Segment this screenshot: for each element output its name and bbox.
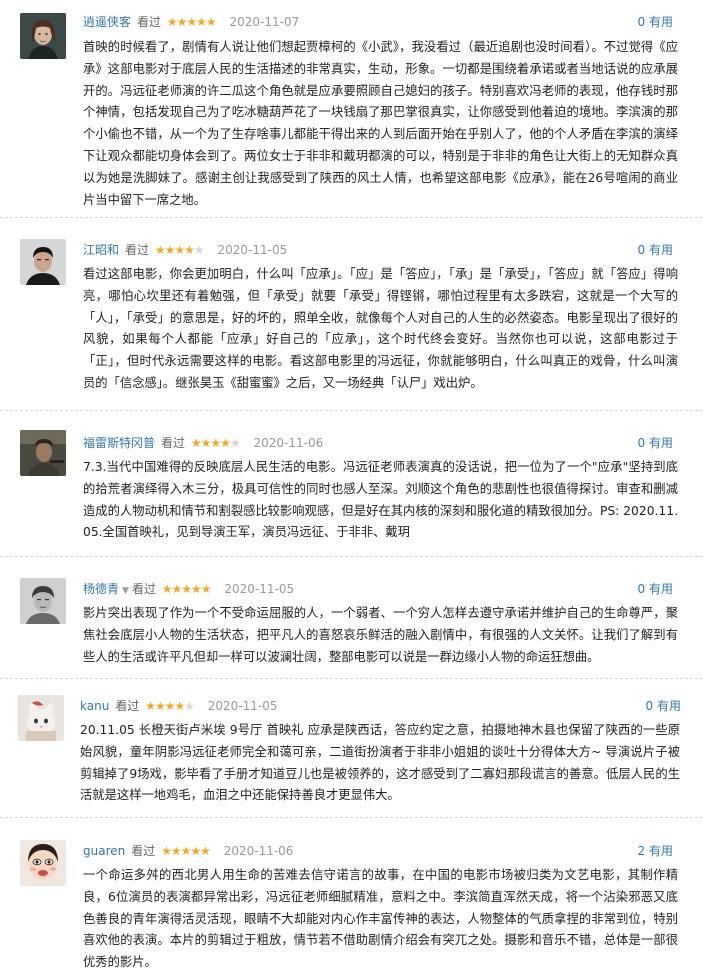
watched-status: 看过 <box>161 436 186 450</box>
watched-status: 看过 <box>115 699 140 713</box>
watched-status: 看过 <box>131 844 156 858</box>
avatar[interactable] <box>20 840 66 886</box>
rating-stars: ★★★★★ <box>154 243 205 257</box>
rating-stars: ★★★★★ <box>166 15 217 29</box>
review-text: 看过这部电影，你会更加明白，什么叫「应承」。「应」是「答应」，「承」是「承受」，… <box>83 267 678 390</box>
useful-button[interactable]: 0 有用 <box>638 241 673 259</box>
rating-stars: ★★★★★ <box>145 699 195 713</box>
review-date: 2020-11-05 <box>207 699 278 713</box>
watched-status: 看过 <box>131 582 156 596</box>
review-header: guaren 看过 ★★★★★ 2020-11-06 <box>83 842 293 860</box>
review-date: 2020-11-07 <box>229 15 300 29</box>
useful-button[interactable]: 0 有用 <box>638 580 673 598</box>
sketch-portrait-image <box>20 578 66 624</box>
useful-button[interactable]: 0 有用 <box>638 13 673 31</box>
woman-portrait-image <box>20 13 66 59</box>
rating-stars: ★★★★★ <box>161 844 211 858</box>
movie-still-image <box>20 430 66 476</box>
review-header: 逍遥侠客 看过 ★★★★★ 2020-11-07 <box>83 13 299 31</box>
man-portrait-image <box>20 239 66 285</box>
review-header: 福雷斯特冈普 看过 ★★★★★ 2020-11-06 <box>83 434 323 452</box>
author-link[interactable]: 逍遥侠客 <box>83 15 131 29</box>
divider <box>0 678 703 679</box>
review-text: 首映的时候看了，剧情有人说让他们想起贾樟柯的《小武》，我没看过（最近追剧也没时间… <box>83 40 678 207</box>
avatar[interactable] <box>20 430 66 476</box>
useful-button[interactable]: 0 有用 <box>638 434 673 452</box>
rating-stars: ★★★★★ <box>161 582 212 596</box>
avatar[interactable] <box>20 578 66 624</box>
cartoon-face-image <box>20 840 66 886</box>
avatar[interactable] <box>20 239 66 285</box>
watched-status: 看过 <box>125 243 150 257</box>
review-text: 影片突出表现了作为一个不受命运屈服的人，一个弱者、一个穷人怎样去遵守承诺并维护自… <box>83 606 678 664</box>
review-header: 杨德青 ▼ 看过 ★★★★★ 2020-11-05 <box>83 580 294 598</box>
useful-button[interactable]: 2 有用 <box>638 842 673 860</box>
author-link[interactable]: kanu <box>80 699 109 713</box>
author-link[interactable]: 福雷斯特冈普 <box>83 436 155 450</box>
review-date: 2020-11-06 <box>253 436 324 450</box>
useful-button[interactable]: 0 有用 <box>646 697 681 715</box>
review-text: 20.11.05 长橙天街卢米埃 9号厅 首映礼 应承是陕西话，答应约定之意，拍… <box>80 723 680 803</box>
review-text: 7.3.当代中国难得的反映底层人民生活的电影。冯远征老师表演真的没话说，把一位为… <box>83 460 678 540</box>
review-header: kanu 看过 ★★★★★ 2020-11-05 <box>80 697 278 715</box>
author-link[interactable]: 杨德青 <box>83 582 119 596</box>
avatar[interactable] <box>20 13 66 59</box>
review-date: 2020-11-06 <box>223 844 294 858</box>
review-date: 2020-11-05 <box>217 243 288 257</box>
review-text: 一个命运多舛的西北男人用生命的苦难去信守诺言的故事，在中国的电影市场被归类为文艺… <box>83 868 678 970</box>
author-link[interactable]: 江昭和 <box>83 243 119 257</box>
divider <box>0 217 703 218</box>
avatar[interactable] <box>18 695 64 741</box>
rating-stars: ★★★★★ <box>190 436 241 450</box>
cat-photo-image <box>18 695 64 741</box>
review-date: 2020-11-05 <box>224 582 295 596</box>
divider <box>0 817 703 818</box>
chevron-down-icon[interactable]: ▼ <box>122 586 129 596</box>
divider <box>0 556 703 557</box>
divider <box>0 410 703 411</box>
author-link[interactable]: guaren <box>83 844 125 858</box>
watched-status: 看过 <box>137 15 162 29</box>
review-header: 江昭和 看过 ★★★★★ 2020-11-05 <box>83 241 287 259</box>
